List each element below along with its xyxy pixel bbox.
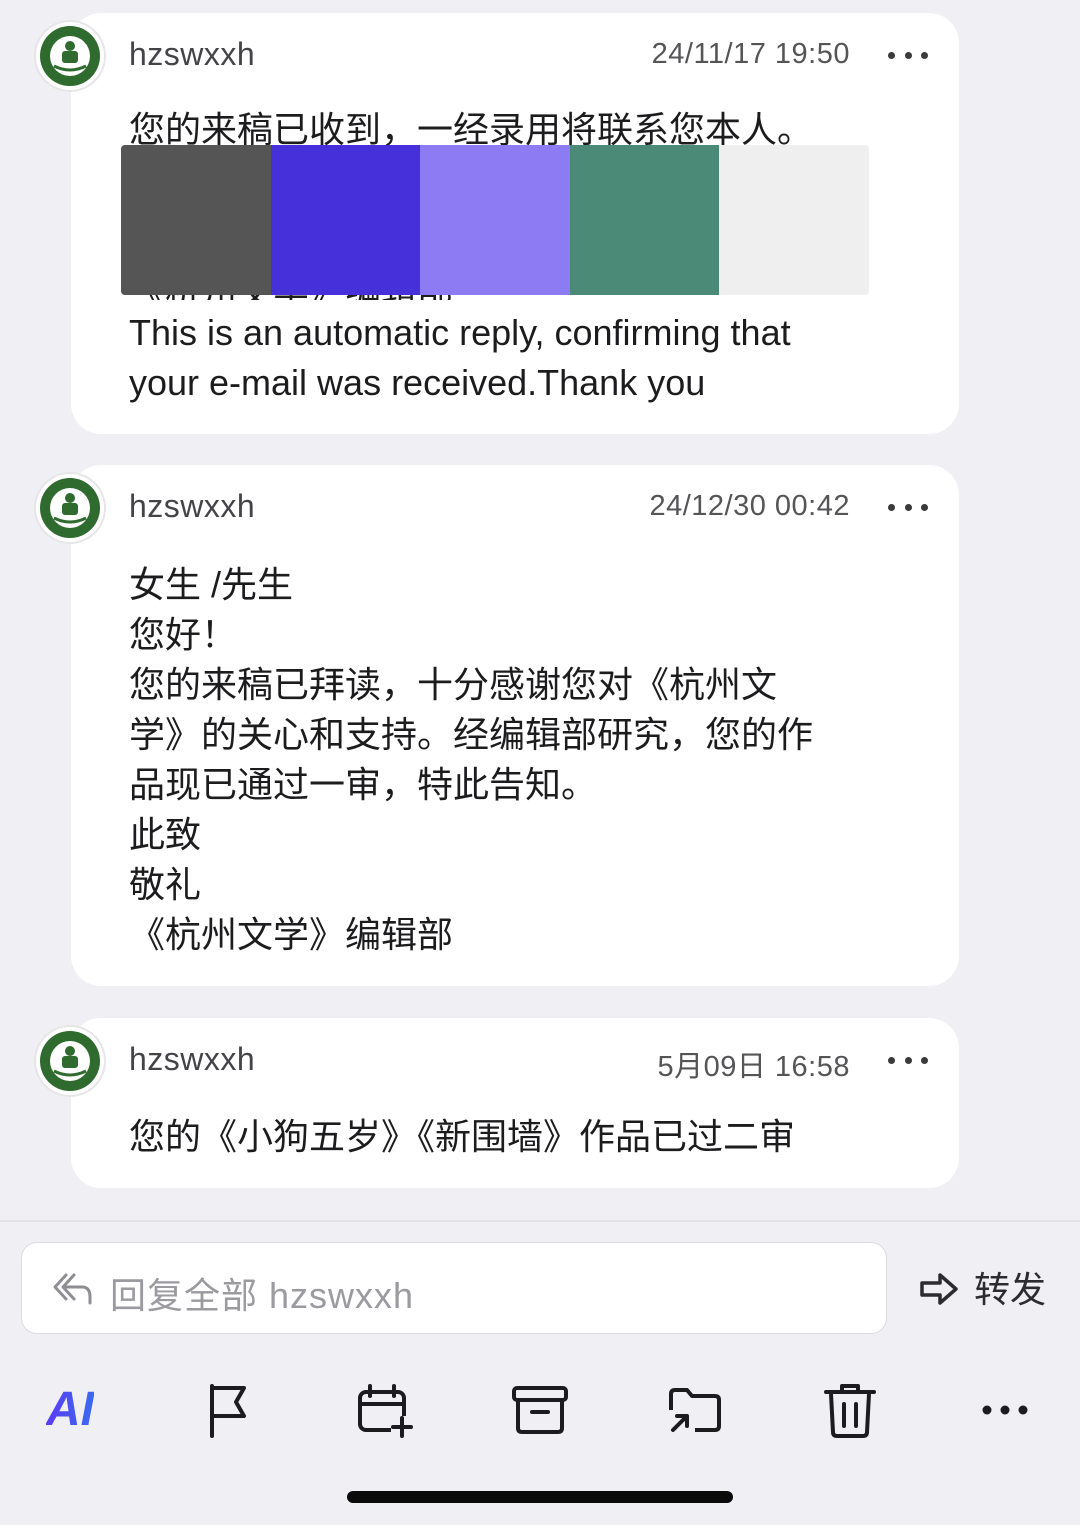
sender-avatar[interactable] <box>36 22 104 90</box>
sender-name: hzswxxh <box>129 36 256 72</box>
reply-all-button[interactable]: 回复全部 hzswxxh <box>21 1242 887 1334</box>
reply-all-label: 回复全部 hzswxxh <box>110 1275 415 1316</box>
forward-arrow-icon <box>920 1273 958 1305</box>
message-english-text: This is an automatic reply, confirming t… <box>129 312 791 403</box>
home-indicator[interactable] <box>347 1491 733 1503</box>
sender-name: hzswxxh <box>129 488 256 524</box>
reply-all-icon <box>53 1273 92 1305</box>
sender-avatar[interactable] <box>36 474 104 542</box>
publisher-logo-icon <box>40 478 100 538</box>
redaction-segment <box>719 145 869 295</box>
more-options-icon[interactable] <box>888 49 928 61</box>
publisher-logo-icon <box>40 1031 100 1091</box>
redaction-segment <box>420 145 570 295</box>
calendar-add-icon[interactable] <box>355 1380 415 1440</box>
message-time: 5月09日 16:58 <box>657 1051 850 1083</box>
trash-icon[interactable] <box>820 1380 880 1440</box>
redaction-segment <box>121 145 271 295</box>
more-icon[interactable] <box>975 1380 1035 1440</box>
redaction-segment <box>270 145 421 295</box>
flag-icon[interactable] <box>200 1380 260 1440</box>
divider <box>0 1220 1080 1222</box>
message-body: 女生 /先生 您好！ 您的来稿已拜读，十分感谢您对《杭州文 学》的关心和支持。经… <box>129 564 814 955</box>
more-options-icon[interactable] <box>888 1054 928 1066</box>
publisher-logo-icon <box>40 26 100 86</box>
redaction-block <box>121 145 869 295</box>
ai-button[interactable]: AI <box>46 1380 94 1440</box>
sender-name: hzswxxh <box>129 1041 256 1077</box>
move-folder-icon[interactable] <box>665 1380 725 1440</box>
archive-icon[interactable] <box>510 1380 570 1440</box>
message-line: 您的来稿已收到，一经录用将联系您本人。 <box>129 109 814 147</box>
forward-label: 转发 <box>974 1269 1047 1310</box>
message-body: 您的《小狗五岁》《新围墙》作品已过二审 <box>129 1116 796 1157</box>
more-options-icon[interactable] <box>888 501 928 513</box>
message-time: 24/11/17 19:50 <box>651 38 850 70</box>
sender-avatar[interactable] <box>36 1027 104 1095</box>
message-time: 24/12/30 00:42 <box>649 490 850 522</box>
redaction-segment <box>569 145 720 295</box>
